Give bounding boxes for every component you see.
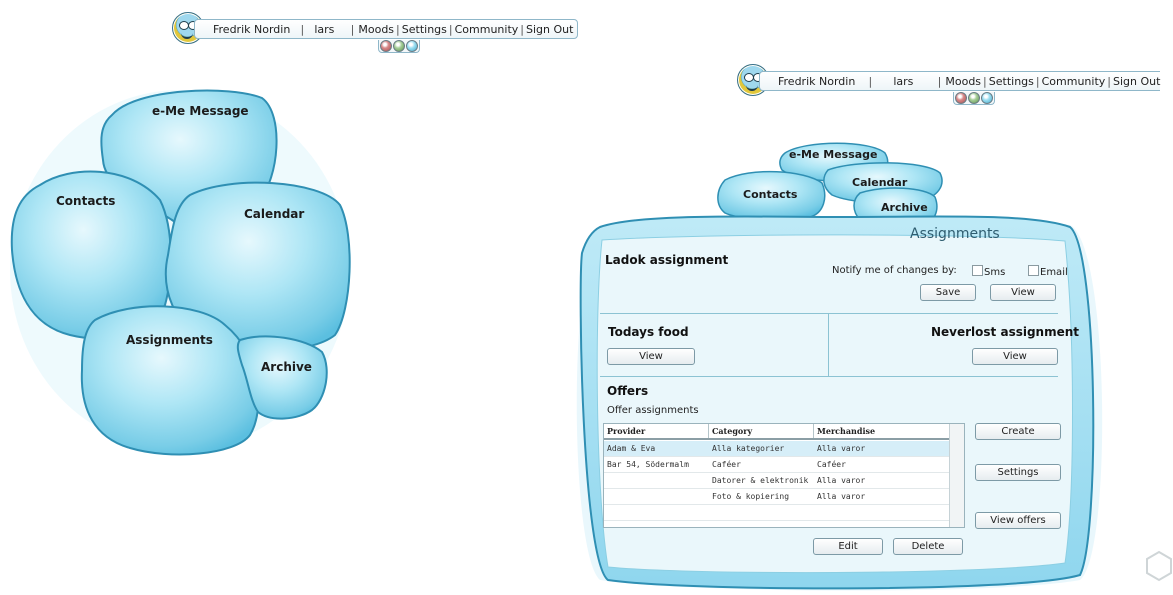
ladok-view-button[interactable]: View — [990, 284, 1056, 301]
todays-food-title: Todays food — [608, 325, 689, 339]
user-bar-right: Fredrik Nordin | lars | Moods | Settings… — [737, 64, 1173, 105]
mood-blue-icon[interactable] — [406, 40, 418, 52]
cell-merchandise: Alla varor — [817, 444, 866, 453]
todays-food-view-button[interactable]: View — [607, 348, 695, 365]
bubble-label-message[interactable]: e-Me Message — [152, 104, 249, 118]
hexagon-decoration-icon — [1146, 550, 1172, 582]
link-community[interactable]: Community — [455, 23, 519, 36]
bubble-label-calendar[interactable]: Calendar — [244, 207, 304, 221]
email-checkbox[interactable] — [1028, 265, 1039, 276]
offers-subtitle: Offer assignments — [607, 405, 699, 416]
separator: | — [1107, 74, 1111, 88]
table-row[interactable] — [604, 505, 950, 521]
divider — [600, 313, 1058, 314]
cell-provider: Adam & Eva — [607, 444, 656, 453]
user-name: Fredrik Nordin — [213, 22, 291, 36]
mood-blue-icon[interactable] — [981, 92, 993, 104]
cell-category: Caféer — [712, 460, 741, 469]
edit-button[interactable]: Edit — [813, 538, 883, 555]
neverlost-title: Neverlost assignment — [931, 325, 1080, 339]
cell-merchandise: Caféer — [817, 460, 846, 469]
email-label: Email — [1040, 267, 1068, 278]
cell-merchandise: Alla varor — [817, 492, 866, 501]
link-sign-out[interactable]: Sign Out — [1113, 75, 1160, 88]
small-bubble-label-message[interactable]: e-Me Message — [789, 148, 878, 161]
table-row[interactable]: Bar 54, Södermalm Caféer Caféer — [604, 457, 950, 473]
cell-category: Datorer & elektronik — [712, 476, 809, 485]
link-community[interactable]: Community — [1042, 75, 1106, 88]
separator: | — [983, 74, 987, 88]
separator: | — [937, 74, 942, 88]
small-bubble-label-contacts[interactable]: Contacts — [743, 188, 797, 201]
cell-merchandise: Alla varor — [817, 476, 866, 485]
mood-red-icon[interactable] — [380, 40, 392, 52]
user-bar-left: Fredrik Nordin | lars | Moods | Settings… — [172, 12, 602, 53]
username: lars — [893, 74, 914, 88]
separator: | — [868, 74, 873, 88]
moods-selector — [953, 92, 995, 105]
create-button[interactable]: Create — [975, 423, 1061, 440]
sms-label: Sms — [984, 267, 1006, 278]
link-settings[interactable]: Settings — [989, 75, 1034, 88]
separator: | — [1035, 74, 1040, 88]
mood-red-icon[interactable] — [955, 92, 967, 104]
small-bubble-label-archive[interactable]: Archive — [881, 201, 928, 214]
link-sign-out[interactable]: Sign Out — [526, 23, 577, 36]
moods-selector — [378, 40, 420, 53]
offer-settings-button[interactable]: Settings — [975, 464, 1061, 481]
separator: | — [448, 22, 453, 36]
offers-title: Offers — [607, 384, 649, 398]
email-option[interactable]: Email — [1028, 265, 1068, 278]
column-header-merchandise[interactable]: Merchandise — [817, 425, 875, 437]
link-settings[interactable]: Settings — [402, 23, 447, 36]
user-bar-pill: Fredrik Nordin | lars | Moods | Settings… — [759, 71, 1161, 91]
notify-label: Notify me of changes by: — [832, 265, 957, 276]
sms-option[interactable]: Sms — [972, 265, 1005, 278]
view-offers-button[interactable]: View offers — [975, 512, 1061, 529]
link-moods[interactable]: Moods — [945, 75, 981, 88]
cell-provider: Bar 54, Södermalm — [607, 460, 689, 469]
username: lars — [314, 22, 335, 36]
separator: | — [350, 22, 355, 36]
bubble-menu-large — [10, 89, 351, 456]
offers-table: Provider Category Merchandise Adam & Eva… — [603, 423, 965, 528]
divider — [600, 376, 1058, 377]
cell-category: Alla kategorier — [712, 444, 785, 453]
neverlost-view-button[interactable]: View — [972, 348, 1058, 365]
user-name: Fredrik Nordin — [778, 74, 856, 88]
separator: | — [300, 22, 305, 36]
save-button[interactable]: Save — [920, 284, 976, 301]
bubble-label-contacts[interactable]: Contacts — [56, 194, 115, 208]
table-row[interactable]: Foto & kopiering Alla varor — [604, 489, 950, 505]
cell-category: Foto & kopiering — [712, 492, 790, 501]
table-row[interactable]: Adam & Eva Alla kategorier Alla varor — [604, 441, 950, 457]
small-bubble-label-calendar[interactable]: Calendar — [852, 176, 907, 189]
separator: | — [520, 22, 524, 36]
bubble-label-assignments[interactable]: Assignments — [126, 333, 213, 347]
table-header: Provider Category Merchandise — [604, 424, 950, 440]
separator: | — [396, 22, 400, 36]
column-header-category[interactable]: Category — [712, 425, 752, 437]
column-header-provider[interactable]: Provider — [607, 425, 645, 437]
divider — [828, 314, 829, 376]
mood-green-icon[interactable] — [393, 40, 405, 52]
table-row[interactable]: Datorer & elektronik Alla varor — [604, 473, 950, 489]
link-moods[interactable]: Moods — [358, 23, 394, 36]
sms-checkbox[interactable] — [972, 265, 983, 276]
mood-green-icon[interactable] — [968, 92, 980, 104]
ladok-title: Ladok assignment — [605, 253, 729, 267]
delete-button[interactable]: Delete — [893, 538, 963, 555]
bubble-label-archive[interactable]: Archive — [261, 360, 312, 374]
user-bar-pill: Fredrik Nordin | lars | Moods | Settings… — [194, 19, 579, 39]
table-scrollbar[interactable] — [949, 424, 964, 527]
panel-title: Assignments — [910, 226, 1000, 242]
